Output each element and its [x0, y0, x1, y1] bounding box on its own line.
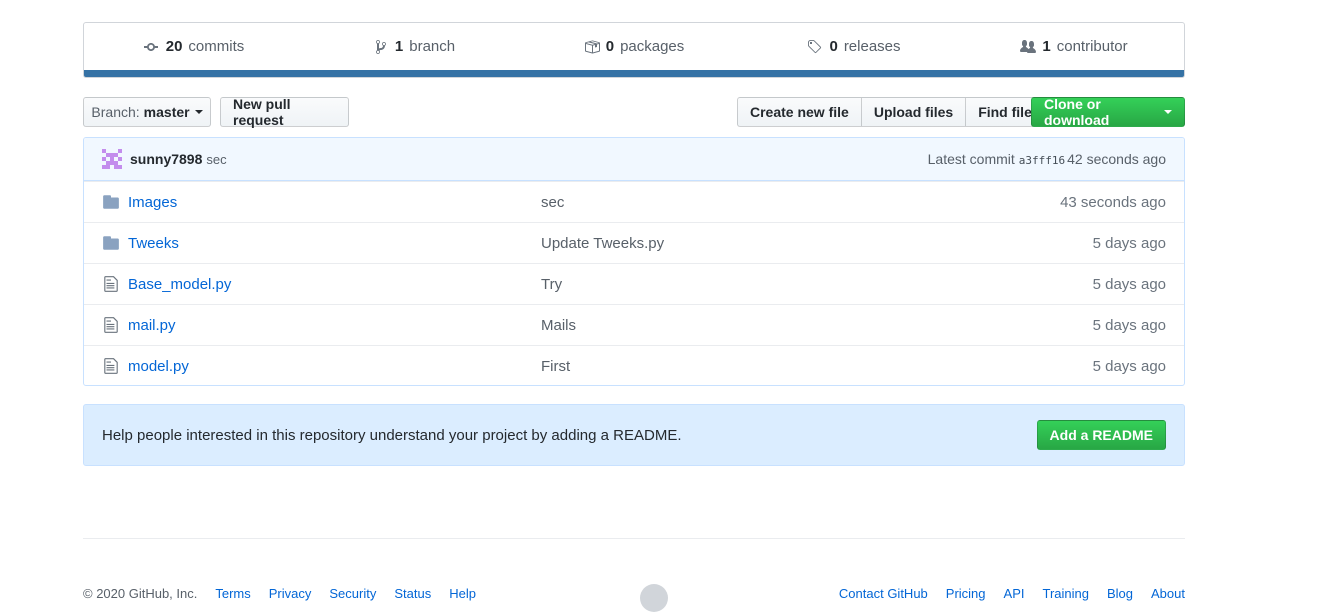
footer-divider	[83, 538, 1185, 539]
file-name-link[interactable]: model.py	[128, 358, 541, 375]
packages-label: packages	[620, 38, 685, 55]
branch-select-button[interactable]: Branch: master	[83, 97, 211, 127]
latest-commit-label: Latest commit	[927, 151, 1015, 167]
tag-icon	[808, 39, 822, 53]
file-commit-message[interactable]: Mails	[541, 317, 1093, 334]
clone-or-download-button[interactable]: Clone or download	[1031, 96, 1185, 128]
branch-name: master	[143, 104, 190, 120]
table-row: Base_model.py Try 5 days ago	[84, 263, 1184, 304]
file-commit-message[interactable]: sec	[541, 194, 1060, 211]
file-age: 5 days ago	[1092, 234, 1166, 252]
footer-link-security[interactable]: Security	[329, 586, 376, 601]
commits-count: 20	[165, 38, 183, 55]
create-new-file-button[interactable]: Create new file	[737, 97, 862, 127]
latest-commit-info: Latest commit a3fff16 42 seconds ago	[928, 151, 1166, 167]
latest-commit-bar: sunny7898 sec Latest commit a3fff16 42 sec…	[84, 138, 1184, 181]
commits-link[interactable]: 20 commits	[84, 38, 304, 55]
table-row: Tweeks Update Tweeks.py 5 days ago	[84, 222, 1184, 263]
branches-label: branch	[409, 38, 456, 55]
file-name-link[interactable]: Images	[128, 194, 541, 211]
file-name-link[interactable]: Tweeks	[128, 235, 541, 252]
footer-link-contact[interactable]: Contact GitHub	[839, 586, 928, 601]
footer-link-help[interactable]: Help	[449, 586, 476, 601]
file-commit-message[interactable]: First	[541, 358, 1093, 375]
commit-message[interactable]: sec	[206, 152, 226, 167]
commit-age: 42 seconds ago	[1067, 151, 1166, 167]
file-name-link[interactable]: mail.py	[128, 317, 541, 334]
contributors-link[interactable]: 1 contributor	[964, 38, 1184, 55]
footer-link-training[interactable]: Training	[1043, 586, 1089, 601]
footer-link-blog[interactable]: Blog	[1107, 586, 1133, 601]
footer-link-pricing[interactable]: Pricing	[946, 586, 986, 601]
branch-prefix: Branch:	[91, 104, 140, 120]
releases-count: 0	[829, 38, 838, 55]
branches-count: 1	[394, 38, 404, 55]
releases-label: releases	[843, 38, 901, 55]
file-commit-message[interactable]: Update Tweeks.py	[541, 235, 1093, 252]
file-age: 5 days ago	[1092, 316, 1166, 334]
file-name-link[interactable]: Base_model.py	[128, 276, 541, 293]
footer-link-status[interactable]: Status	[394, 586, 431, 601]
people-icon	[1020, 39, 1037, 53]
table-row: mail.py Mails 5 days ago	[84, 304, 1184, 345]
file-icon	[104, 358, 118, 374]
folder-icon	[103, 195, 119, 209]
new-pull-request-button[interactable]: New pull request	[220, 96, 349, 128]
footer-link-about[interactable]: About	[1151, 586, 1185, 601]
folder-icon	[103, 236, 119, 250]
footer-left: © 2020 GitHub, Inc. Terms Privacy Securi…	[83, 586, 476, 601]
table-row: Images sec 43 seconds ago	[84, 181, 1184, 222]
upload-files-button[interactable]: Upload files	[860, 97, 967, 127]
clone-label: Clone or download	[1044, 96, 1110, 128]
add-readme-button[interactable]: Add a README	[1036, 420, 1166, 450]
repo-summary: 20 commits 1 branch 0 packages 0 release…	[83, 22, 1185, 78]
footer-link-terms[interactable]: Terms	[215, 586, 250, 601]
contributors-label: contributor	[1056, 38, 1128, 55]
commits-label: commits	[188, 38, 245, 55]
footer-link-api[interactable]: API	[1004, 586, 1025, 601]
dropdown-caret-icon	[1164, 110, 1172, 114]
footer-right: Contact GitHub Pricing API Training Blog…	[839, 586, 1185, 601]
file-browser: sunny7898 sec Latest commit a3fff16 42 sec…	[83, 137, 1185, 386]
branch-icon	[375, 39, 386, 54]
package-icon	[584, 40, 600, 53]
packages-count: 0	[605, 38, 615, 55]
language-bar[interactable]	[84, 70, 1184, 77]
footer-copyright: © 2020 GitHub, Inc.	[83, 586, 198, 601]
file-icon	[104, 276, 118, 292]
file-icon	[104, 317, 118, 333]
file-age: 43 seconds ago	[1060, 193, 1166, 211]
footer-link-privacy[interactable]: Privacy	[269, 586, 312, 601]
file-age: 5 days ago	[1092, 357, 1166, 375]
contributors-count: 1	[1042, 38, 1051, 55]
commit-sha[interactable]: a3fff16	[1019, 154, 1065, 167]
packages-link[interactable]: 0 packages	[524, 38, 744, 55]
commit-icon	[143, 42, 158, 51]
commit-author[interactable]: sunny7898	[130, 151, 202, 167]
dropdown-caret-icon	[194, 110, 203, 114]
file-actions-group: Create new file Upload files Find file	[737, 97, 1045, 127]
branches-link[interactable]: 1 branch	[304, 38, 524, 55]
github-logo-icon[interactable]	[640, 584, 668, 612]
releases-link[interactable]: 0 releases	[744, 38, 964, 55]
file-age: 5 days ago	[1092, 275, 1166, 293]
file-commit-message[interactable]: Try	[541, 276, 1093, 293]
avatar[interactable]	[102, 149, 122, 169]
table-row: model.py First 5 days ago	[84, 345, 1184, 385]
readme-prompt-text: Help people interested in this repositor…	[102, 426, 682, 444]
readme-prompt: Help people interested in this repositor…	[83, 404, 1185, 466]
